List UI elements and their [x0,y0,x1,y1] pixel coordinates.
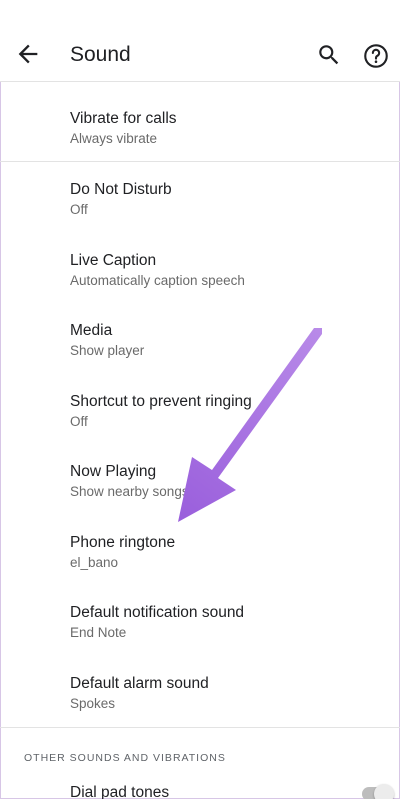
setting-title: Now Playing [70,463,157,480]
setting-title: Vibrate for calls [70,110,177,127]
help-icon[interactable] [362,42,390,70]
setting-summary: Off [70,414,88,429]
arrow-back-icon[interactable] [14,40,42,68]
setting-dial-pad-tones[interactable]: Dial pad tones [0,784,400,799]
setting-now-playing[interactable]: Now Playing Show nearby songs [0,463,400,507]
setting-shortcut-prevent-ringing[interactable]: Shortcut to prevent ringing Off [0,393,400,437]
search-icon[interactable] [316,42,342,68]
setting-title: Default alarm sound [70,675,209,692]
setting-summary: End Note [70,625,127,640]
toggle-knob [374,784,394,799]
setting-title: Media [70,322,113,339]
setting-do-not-disturb[interactable]: Do Not Disturb Off [0,181,400,225]
setting-summary: Show player [70,343,145,358]
top-app-bar: Sound [0,0,400,82]
setting-summary: el_bano [70,555,119,570]
dial-pad-tones-toggle[interactable] [362,784,394,799]
setting-title: Phone ringtone [70,534,176,551]
setting-title: Default notification sound [70,604,245,621]
setting-live-caption[interactable]: Live Caption Automatically caption speec… [0,252,400,296]
section-header: OTHER SOUNDS AND VIBRATIONS [24,752,226,764]
setting-title: Do Not Disturb [70,181,172,198]
setting-title: Shortcut to prevent ringing [70,393,252,410]
setting-media[interactable]: Media Show player [0,322,400,366]
setting-title: Dial pad tones [70,784,170,799]
setting-summary: Off [70,202,88,217]
setting-title: Live Caption [70,252,157,269]
setting-summary: Automatically caption speech [70,273,245,288]
setting-summary: Show nearby songs [70,484,189,499]
setting-default-notification-sound[interactable]: Default notification sound End Note [0,604,400,648]
page-title: Sound [70,43,131,66]
setting-vibrate-for-calls[interactable]: Vibrate for calls Always vibrate [0,110,400,154]
section-divider [0,727,400,728]
setting-summary: Spokes [70,696,116,711]
list-divider [0,161,400,162]
setting-phone-ringtone[interactable]: Phone ringtone el_bano [0,534,400,578]
setting-default-alarm-sound[interactable]: Default alarm sound Spokes [0,675,400,719]
setting-summary: Always vibrate [70,131,158,146]
